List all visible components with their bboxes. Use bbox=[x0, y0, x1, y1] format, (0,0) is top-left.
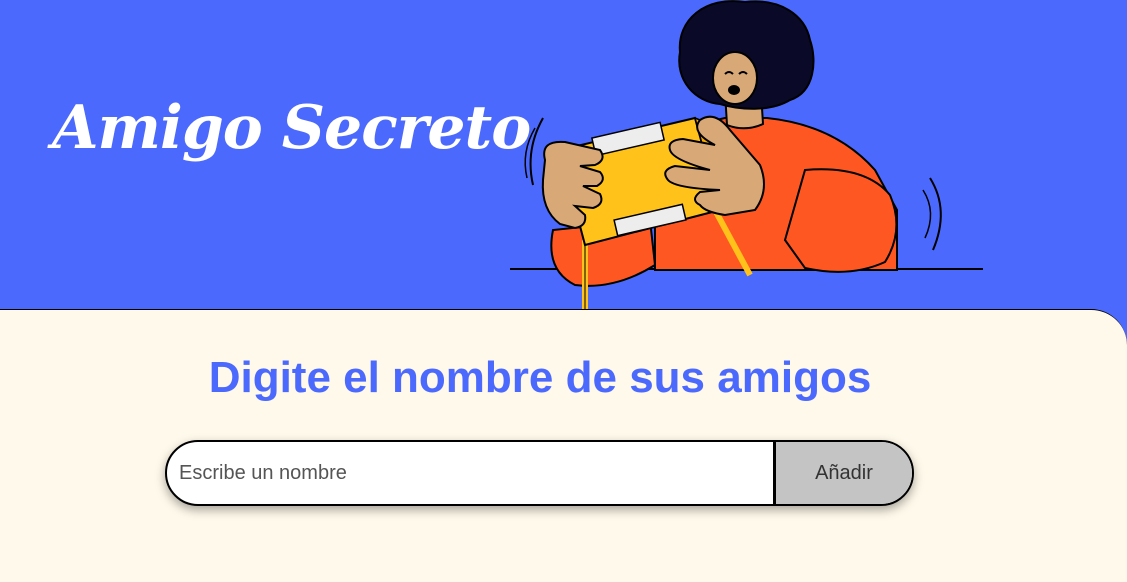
add-button[interactable]: Añadir bbox=[773, 442, 912, 504]
name-input[interactable] bbox=[167, 442, 773, 504]
header-banner: Amigo Secreto bbox=[0, 0, 1127, 320]
main-panel: Digite el nombre de sus amigos Añadir bbox=[0, 309, 1127, 582]
name-input-group: Añadir bbox=[165, 440, 914, 506]
app-title: Amigo Secreto bbox=[52, 93, 531, 163]
gift-illustration bbox=[510, 0, 983, 310]
section-title: Digite el nombre de sus amigos bbox=[208, 353, 872, 402]
